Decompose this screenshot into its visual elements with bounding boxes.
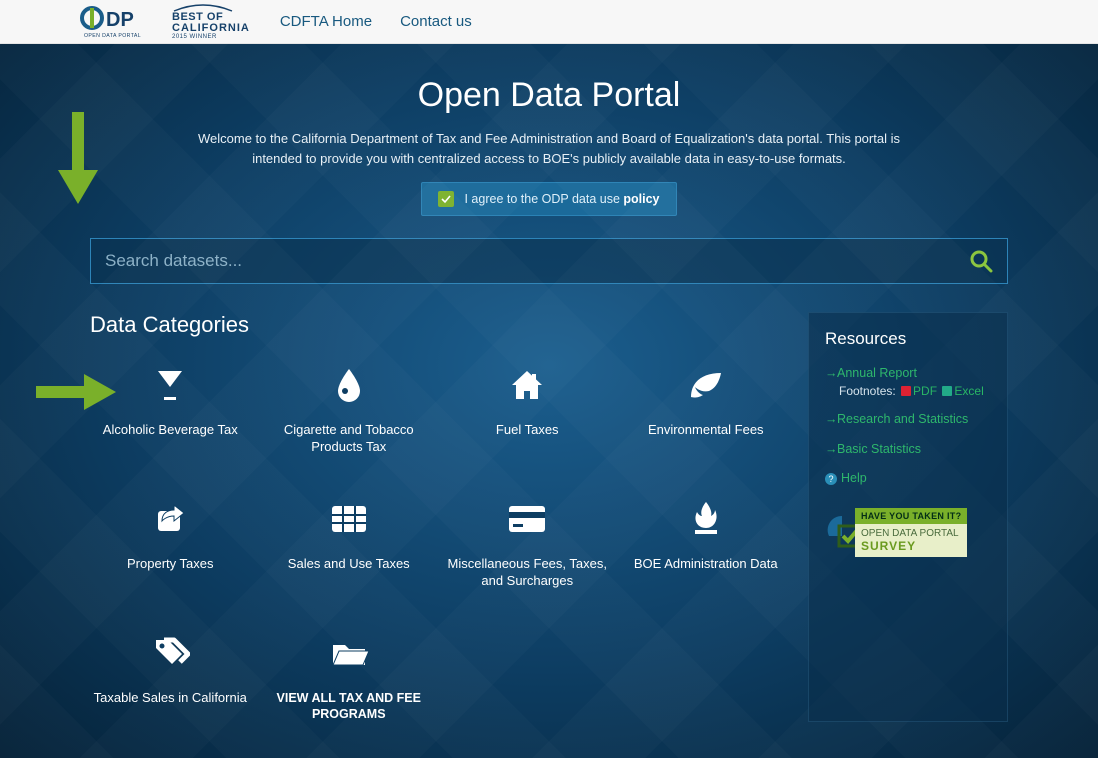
tags-icon bbox=[90, 630, 251, 676]
search-icon[interactable] bbox=[969, 249, 993, 273]
nav-cdfta-home[interactable]: CDFTA Home bbox=[280, 13, 372, 30]
tutorial-arrow-down-icon bbox=[54, 112, 102, 208]
survey-badge: HAVE YOU TAKEN IT? bbox=[855, 508, 967, 524]
help-icon: ? bbox=[825, 473, 837, 485]
category-home[interactable]: Fuel Taxes bbox=[447, 362, 608, 456]
content-area: Data Categories Alcoholic Beverage Tax Ci… bbox=[90, 312, 1008, 722]
survey-promo[interactable]: HAVE YOU TAKEN IT? OPEN DATA PORTAL SURV… bbox=[825, 508, 991, 557]
policy-link[interactable]: policy bbox=[623, 192, 659, 206]
category-label: BOE Administration Data bbox=[626, 556, 787, 573]
resource-annual-report[interactable]: →Annual Report Footnotes: PDF Excel bbox=[825, 365, 991, 399]
category-label: Property Taxes bbox=[90, 556, 251, 573]
category-label: VIEW ALL TAX AND FEE PROGRAMS bbox=[269, 690, 430, 723]
excel-badge-icon bbox=[942, 386, 952, 396]
category-label: Taxable Sales in California bbox=[90, 690, 251, 707]
card-icon bbox=[447, 496, 608, 542]
table-icon bbox=[269, 496, 430, 542]
agree-text: I agree to the ODP data use policy bbox=[464, 192, 659, 206]
topbar: DP OPEN DATA PORTAL BEST OF CALIFORNIA 2… bbox=[0, 0, 1098, 44]
agree-checkbox-icon[interactable] bbox=[438, 191, 454, 207]
leaf-icon bbox=[626, 362, 787, 408]
svg-text:DP: DP bbox=[106, 9, 134, 31]
home-icon bbox=[447, 362, 608, 408]
best-of-badge: BEST OF CALIFORNIA 2015 WINNER bbox=[172, 3, 250, 40]
category-drop[interactable]: Cigarette and Tobacco Products Tax bbox=[269, 362, 430, 456]
resource-basic-stats[interactable]: →Basic Statistics bbox=[825, 441, 991, 459]
flame-icon bbox=[626, 496, 787, 542]
nav-contact-us[interactable]: Contact us bbox=[400, 13, 472, 30]
hero: Open Data Portal Welcome to the Californ… bbox=[0, 44, 1098, 758]
arrow-right-icon: → bbox=[825, 411, 835, 429]
category-share[interactable]: Property Taxes bbox=[90, 496, 251, 590]
agree-box[interactable]: I agree to the ODP data use policy bbox=[421, 182, 677, 216]
category-label: Alcoholic Beverage Tax bbox=[90, 422, 251, 439]
categories-heading: Data Categories bbox=[90, 312, 786, 338]
resources-sidebar: Resources →Annual Report Footnotes: PDF … bbox=[808, 312, 1008, 722]
category-tags[interactable]: Taxable Sales in California bbox=[90, 630, 251, 723]
pdf-badge-icon bbox=[901, 386, 911, 396]
category-leaf[interactable]: Environmental Fees bbox=[626, 362, 787, 456]
category-label: Sales and Use Taxes bbox=[269, 556, 430, 573]
arrow-right-icon: → bbox=[825, 365, 835, 383]
survey-text: OPEN DATA PORTAL SURVEY bbox=[855, 524, 967, 557]
survey-logo-icon bbox=[825, 512, 859, 552]
category-label: Miscellaneous Fees, Taxes, and Surcharge… bbox=[447, 556, 608, 590]
search-bar[interactable] bbox=[90, 238, 1008, 284]
odp-logo-subtitle: OPEN DATA PORTAL bbox=[84, 33, 141, 39]
share-icon bbox=[90, 496, 251, 542]
footnote-excel-link[interactable]: Excel bbox=[954, 384, 983, 398]
category-folder[interactable]: VIEW ALL TAX AND FEE PROGRAMS bbox=[269, 630, 430, 723]
category-label: Environmental Fees bbox=[626, 422, 787, 439]
arrow-right-icon: → bbox=[825, 441, 835, 459]
search-input[interactable] bbox=[105, 251, 969, 271]
resource-help[interactable]: ?Help bbox=[825, 470, 991, 488]
page-title: Open Data Portal bbox=[0, 44, 1098, 115]
category-table[interactable]: Sales and Use Taxes bbox=[269, 496, 430, 590]
footnote-pdf-link[interactable]: PDF bbox=[913, 384, 937, 398]
drop-icon bbox=[269, 362, 430, 408]
categories-section: Data Categories Alcoholic Beverage Tax Ci… bbox=[90, 312, 786, 722]
resource-research[interactable]: →Research and Statistics bbox=[825, 411, 991, 429]
page-subtitle: Welcome to the California Department of … bbox=[189, 129, 909, 168]
annual-footnotes: Footnotes: PDF Excel bbox=[839, 383, 991, 400]
folder-icon bbox=[269, 630, 430, 676]
category-flame[interactable]: BOE Administration Data bbox=[626, 496, 787, 590]
tutorial-arrow-right-icon bbox=[36, 372, 118, 412]
category-label: Cigarette and Tobacco Products Tax bbox=[269, 422, 430, 456]
category-card[interactable]: Miscellaneous Fees, Taxes, and Surcharge… bbox=[447, 496, 608, 590]
odp-logo[interactable]: DP OPEN DATA PORTAL bbox=[80, 4, 160, 40]
category-label: Fuel Taxes bbox=[447, 422, 608, 439]
resources-heading: Resources bbox=[825, 329, 991, 349]
